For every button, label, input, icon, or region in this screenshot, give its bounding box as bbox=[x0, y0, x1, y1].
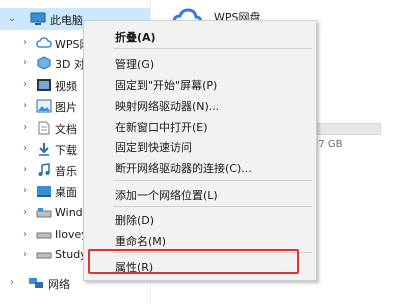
menu-item-pin-start[interactable]: 固定到"开始"屏幕(P) bbox=[115, 77, 217, 93]
computer-icon bbox=[30, 12, 46, 26]
network-icon bbox=[28, 276, 44, 290]
nav-item-label: 图片 bbox=[55, 101, 77, 114]
menu-item-delete[interactable]: 删除(D) bbox=[115, 212, 154, 228]
chevron-right-icon[interactable]: › bbox=[20, 230, 30, 240]
drive-icon bbox=[36, 228, 52, 242]
menu-item-open-new-window[interactable]: 在新窗口中打开(E) bbox=[115, 119, 208, 135]
menu-separator bbox=[113, 180, 312, 181]
nav-item-label: 下载 bbox=[55, 144, 77, 157]
menu-item-pin-quick-access[interactable]: 固定到快速访问 bbox=[115, 139, 192, 155]
menu-item-rename[interactable]: 重命名(M) bbox=[115, 233, 166, 249]
document-icon bbox=[36, 121, 52, 135]
picture-icon bbox=[36, 99, 52, 113]
chevron-right-icon[interactable]: › bbox=[20, 123, 30, 133]
chevron-right-icon[interactable]: › bbox=[20, 144, 30, 154]
nav-item-label: 文档 bbox=[55, 123, 77, 136]
menu-separator bbox=[113, 48, 312, 49]
nav-item-label: 网络 bbox=[48, 278, 70, 291]
chevron-right-icon[interactable]: › bbox=[20, 208, 30, 218]
cube-icon bbox=[36, 56, 52, 70]
desktop-icon bbox=[36, 184, 52, 198]
menu-item-add-network-location[interactable]: 添加一个网络位置(L) bbox=[115, 187, 218, 203]
context-menu: 折叠(A) 管理(G) 固定到"开始"屏幕(P) 映射网络驱动器(N)... 在… bbox=[83, 20, 317, 281]
menu-item-disconnect-drive[interactable]: 断开网络驱动器的连接(C)... bbox=[115, 160, 252, 176]
properties-highlight-box bbox=[88, 249, 299, 274]
capacity-bar bbox=[312, 123, 381, 135]
chevron-right-icon[interactable]: › bbox=[20, 58, 30, 68]
chevron-right-icon[interactable]: › bbox=[20, 80, 30, 90]
drive-icon bbox=[36, 248, 52, 262]
download-icon bbox=[36, 142, 52, 156]
menu-item-manage[interactable]: 管理(G) bbox=[115, 56, 154, 72]
nav-item-label: Study bbox=[55, 248, 87, 261]
music-icon bbox=[36, 163, 52, 177]
menu-item-collapse[interactable]: 折叠(A) bbox=[115, 29, 156, 45]
chevron-right-icon[interactable]: › bbox=[20, 186, 30, 196]
drive-icon bbox=[36, 206, 52, 220]
chevron-right-icon[interactable]: › bbox=[20, 250, 30, 260]
chevron-right-icon[interactable]: › bbox=[20, 165, 30, 175]
cloud-icon bbox=[36, 36, 52, 50]
menu-separator bbox=[113, 206, 312, 207]
chevron-right-icon[interactable]: › bbox=[20, 101, 30, 111]
nav-item-label: 音乐 bbox=[55, 165, 77, 178]
nav-item-label: 此电脑 bbox=[50, 14, 83, 27]
chevron-right-icon[interactable]: › bbox=[20, 38, 30, 48]
video-icon bbox=[36, 78, 52, 92]
nav-item-label: 3D 对 bbox=[55, 58, 85, 71]
chevron-down-icon[interactable]: ⌄ bbox=[7, 14, 17, 24]
chevron-right-icon[interactable]: › bbox=[7, 278, 17, 288]
nav-item-label: 视频 bbox=[55, 80, 77, 93]
nav-item-label: 桌面 bbox=[55, 186, 77, 199]
menu-item-map-drive[interactable]: 映射网络驱动器(N)... bbox=[115, 98, 219, 114]
